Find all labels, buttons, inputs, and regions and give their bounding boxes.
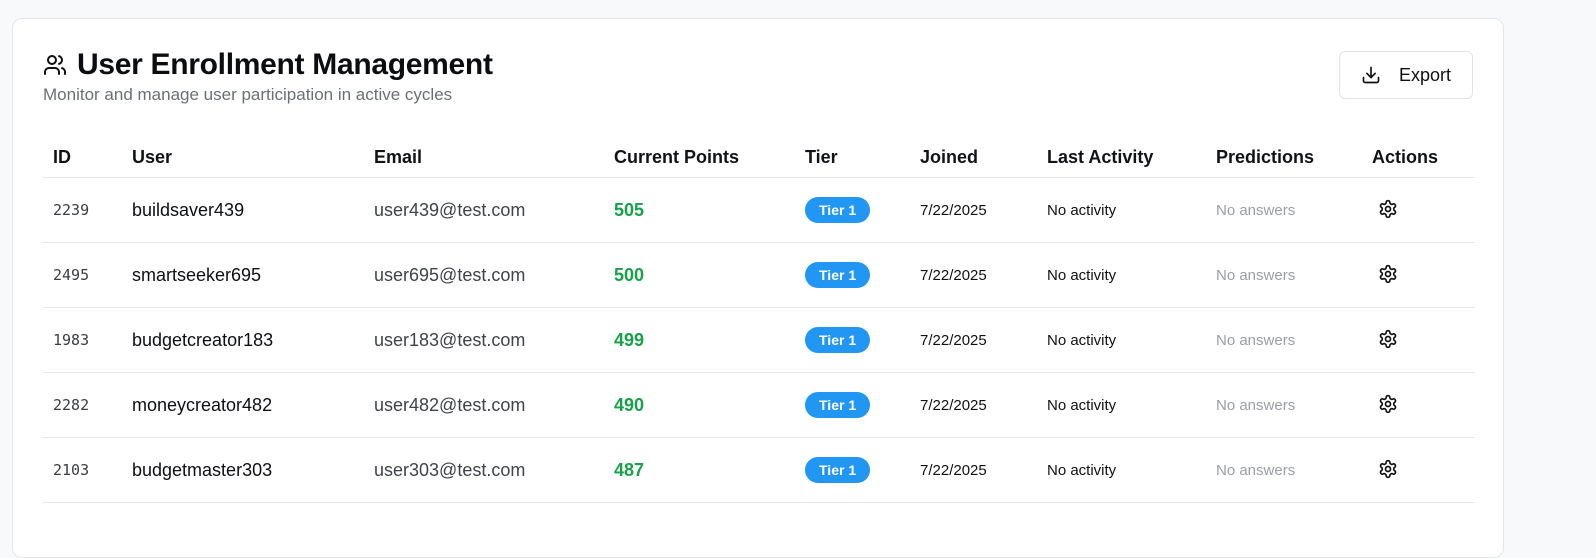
table-row[interactable]: 1983 budgetcreator183 user183@test.com 4… <box>43 307 1475 373</box>
cell-user: budgetmaster303 <box>122 437 364 503</box>
tier-badge: Tier 1 <box>805 392 871 418</box>
column-header-tier[interactable]: Tier <box>795 137 910 178</box>
title-row: User Enrollment Management <box>43 47 1473 83</box>
tier-badge: Tier 1 <box>805 457 871 483</box>
enrollment-table: ID User Email Current Points Tier Joined… <box>43 137 1475 503</box>
cell-user: budgetcreator183 <box>122 307 364 373</box>
cell-last-activity: No activity <box>1037 372 1206 438</box>
cell-joined: 7/22/2025 <box>910 307 1037 373</box>
cell-actions <box>1362 177 1475 243</box>
cell-tier: Tier 1 <box>795 177 910 243</box>
card-header: User Enrollment Management Monitor and m… <box>43 47 1473 107</box>
enrollment-card: User Enrollment Management Monitor and m… <box>12 18 1504 558</box>
cell-actions <box>1362 242 1475 308</box>
gear-icon[interactable] <box>1376 392 1400 416</box>
tier-badge: Tier 1 <box>805 197 871 223</box>
gear-icon[interactable] <box>1376 457 1400 481</box>
gear-icon[interactable] <box>1376 327 1400 351</box>
column-header-id[interactable]: ID <box>43 137 122 178</box>
cell-id: 2495 <box>43 242 122 308</box>
cell-predictions: No answers <box>1206 437 1362 503</box>
page-subtitle: Monitor and manage user participation in… <box>43 85 453 104</box>
cell-email: user303@test.com <box>364 437 604 503</box>
cell-actions <box>1362 372 1475 438</box>
gear-icon[interactable] <box>1376 262 1400 286</box>
table-header-row: ID User Email Current Points Tier Joined… <box>43 137 1475 178</box>
table-body: 2239 buildsaver439 user439@test.com 505 … <box>43 177 1475 503</box>
page-title: User Enrollment Management <box>77 48 493 81</box>
column-header-user[interactable]: User <box>122 137 364 178</box>
export-label: Export <box>1398 64 1452 85</box>
cell-id: 2239 <box>43 177 122 243</box>
column-header-predictions[interactable]: Predictions <box>1206 137 1362 178</box>
cell-last-activity: No activity <box>1037 177 1206 243</box>
cell-points: 505 <box>604 177 795 243</box>
cell-user: smartseeker695 <box>122 242 364 308</box>
cell-predictions: No answers <box>1206 177 1362 243</box>
cell-points: 499 <box>604 307 795 373</box>
cell-predictions: No answers <box>1206 307 1362 373</box>
cell-tier: Tier 1 <box>795 307 910 373</box>
cell-tier: Tier 1 <box>795 437 910 503</box>
cell-id: 2282 <box>43 372 122 438</box>
table-row[interactable]: 2495 smartseeker695 user695@test.com 500… <box>43 242 1475 308</box>
tier-badge: Tier 1 <box>805 262 871 288</box>
cell-predictions: No answers <box>1206 242 1362 308</box>
cell-user: buildsaver439 <box>122 177 364 243</box>
cell-last-activity: No activity <box>1037 242 1206 308</box>
cell-joined: 7/22/2025 <box>910 177 1037 243</box>
cell-tier: Tier 1 <box>795 242 910 308</box>
cell-last-activity: No activity <box>1037 437 1206 503</box>
cell-id: 2103 <box>43 437 122 503</box>
cell-tier: Tier 1 <box>795 372 910 438</box>
download-icon <box>1361 65 1381 85</box>
cell-joined: 7/22/2025 <box>910 437 1037 503</box>
column-header-joined[interactable]: Joined <box>910 137 1037 178</box>
table-row[interactable]: 2239 buildsaver439 user439@test.com 505 … <box>43 177 1475 243</box>
cell-email: user439@test.com <box>364 177 604 243</box>
column-header-last-activity[interactable]: Last Activity <box>1037 137 1206 178</box>
cell-id: 1983 <box>43 307 122 373</box>
table-row[interactable]: 2103 budgetmaster303 user303@test.com 48… <box>43 437 1475 503</box>
gear-icon[interactable] <box>1376 197 1400 221</box>
cell-actions <box>1362 307 1475 373</box>
cell-points: 490 <box>604 372 795 438</box>
tier-badge: Tier 1 <box>805 327 871 353</box>
cell-user: moneycreator482 <box>122 372 364 438</box>
cell-predictions: No answers <box>1206 372 1362 438</box>
cell-points: 487 <box>604 437 795 503</box>
cell-email: user482@test.com <box>364 372 604 438</box>
cell-actions <box>1362 437 1475 503</box>
table-row[interactable]: 2282 moneycreator482 user482@test.com 49… <box>43 372 1475 438</box>
cell-joined: 7/22/2025 <box>910 372 1037 438</box>
cell-email: user695@test.com <box>364 242 604 308</box>
cell-last-activity: No activity <box>1037 307 1206 373</box>
cell-email: user183@test.com <box>364 307 604 373</box>
cell-points: 500 <box>604 242 795 308</box>
column-header-actions: Actions <box>1362 137 1475 178</box>
column-header-email[interactable]: Email <box>364 137 604 178</box>
users-icon <box>43 53 67 77</box>
export-button[interactable]: Export <box>1339 51 1473 99</box>
column-header-current-points[interactable]: Current Points <box>604 137 795 178</box>
cell-joined: 7/22/2025 <box>910 242 1037 308</box>
